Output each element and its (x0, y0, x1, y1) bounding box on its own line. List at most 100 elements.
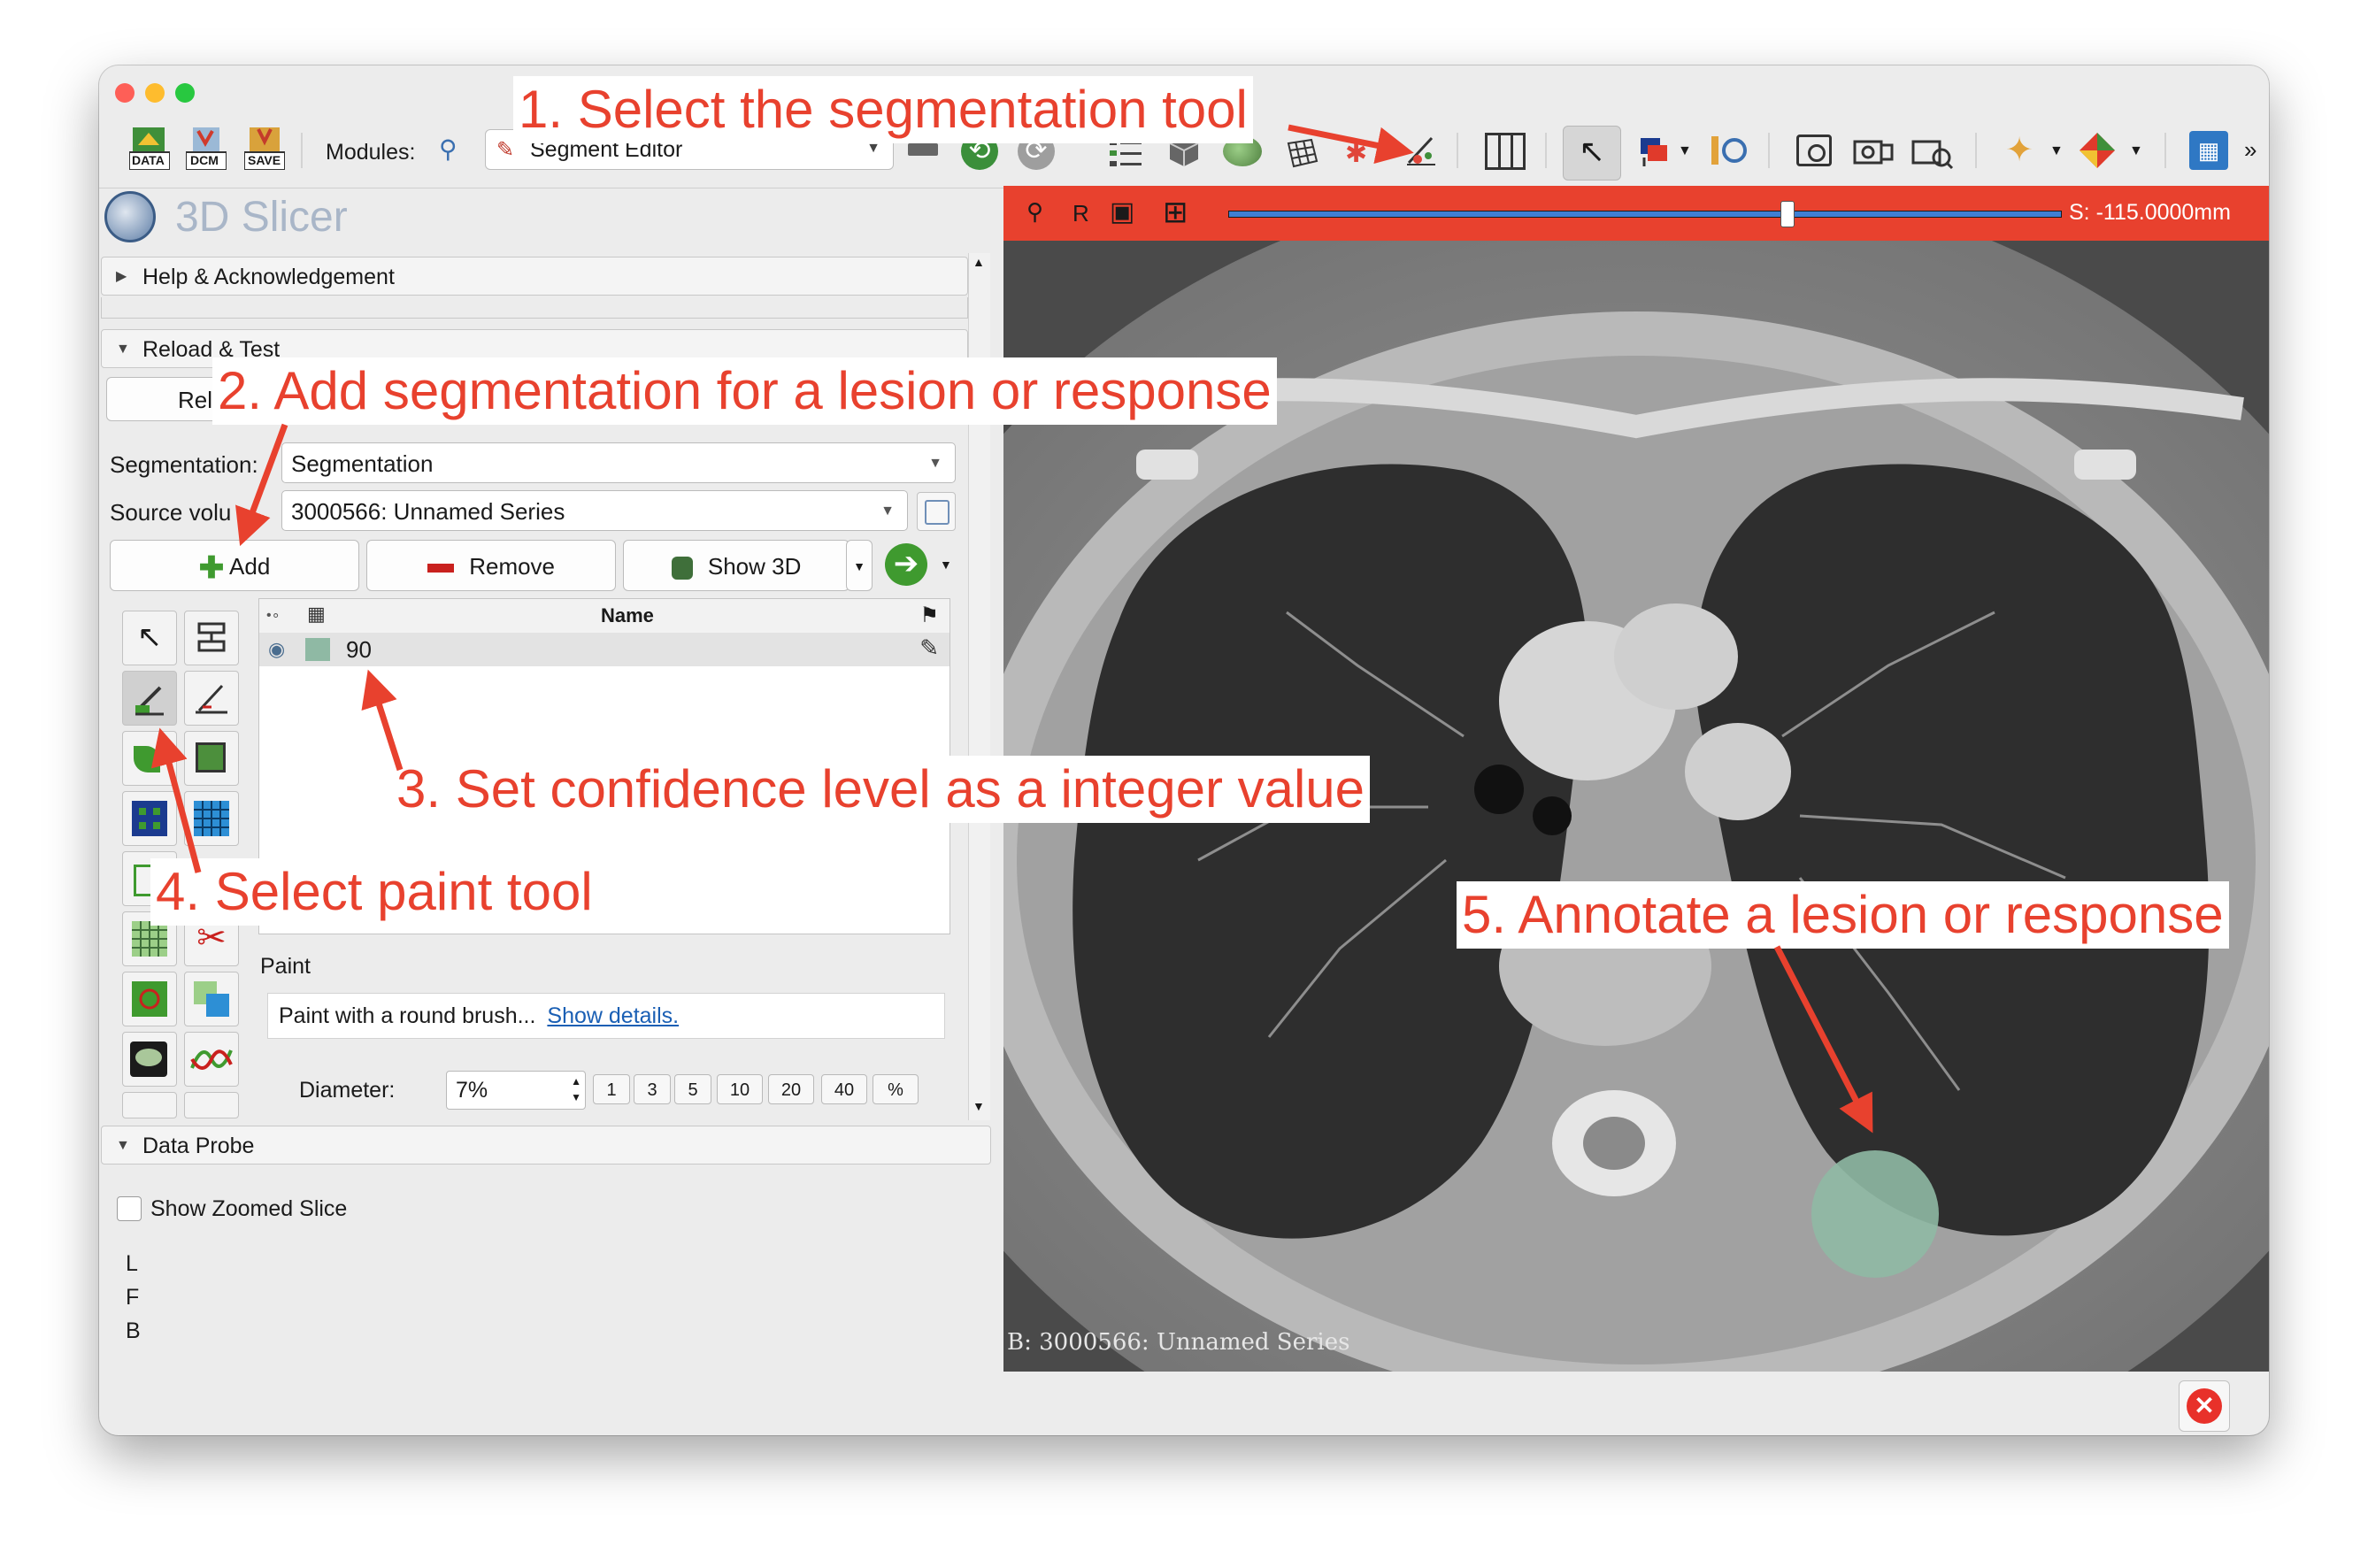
extension-icon[interactable]: ▦ (2189, 131, 2228, 170)
more-icon[interactable]: » (2244, 136, 2257, 164)
effect-more-button[interactable] (184, 1092, 239, 1118)
diameter-value: 7% (456, 1078, 488, 1103)
callout-step-4: 4. Select paint tool (150, 858, 598, 926)
toolbar-separator (1768, 133, 1770, 168)
effect-paint-button[interactable] (122, 671, 177, 726)
show-details-link[interactable]: Show details. (547, 1003, 679, 1028)
segment-name[interactable]: 90 (346, 636, 372, 664)
remove-label: Remove (469, 553, 556, 580)
diameter-preset-button[interactable]: 5 (674, 1074, 711, 1104)
show-zoomed-slice-checkbox[interactable] (117, 1196, 142, 1221)
effect-threshold-button[interactable] (184, 611, 239, 665)
toolbar-separator (1975, 133, 1977, 168)
chevron-down-icon[interactable]: ▼ (1678, 143, 1692, 159)
help-section-header[interactable]: ▶ Help & Acknowledgement (101, 257, 968, 296)
table-row[interactable]: ◉ 90 ✎ (259, 633, 950, 666)
chevron-down-icon[interactable]: ▼ (940, 557, 952, 572)
eye-icon[interactable]: ◉ (268, 638, 285, 661)
callout-step-1: 1. Select the segmentation tool (513, 76, 1253, 143)
chevron-down-icon[interactable]: ▼ (2049, 143, 2064, 159)
edit-icon[interactable]: ✎ (919, 634, 939, 662)
segmentation-selector[interactable]: Segmentation ▼ (281, 442, 956, 483)
layout-icon[interactable] (1485, 133, 1526, 170)
next-arrow-icon[interactable]: ➔ (885, 543, 927, 586)
flag-icon[interactable]: ⚑ (919, 603, 939, 628)
plus-icon: ✚ (198, 551, 225, 586)
effect-fill-between-slices-button[interactable] (184, 791, 239, 846)
show-3d-button[interactable]: Show 3D (623, 540, 850, 591)
name-column-header[interactable]: Name (601, 604, 654, 627)
effect-draw-button[interactable] (184, 671, 239, 726)
data-probe-label: Data Probe (142, 1134, 255, 1158)
chevron-down-icon[interactable]: ▼ (2129, 143, 2143, 159)
diameter-preset-button[interactable]: % (873, 1074, 919, 1104)
scroll-down-icon[interactable]: ▼ (973, 1099, 985, 1113)
slice-controller-bar: ⚲ R ▣ ⊞ S: -115.0000mm (1003, 186, 2269, 241)
effect-smoothing-button[interactable] (122, 1032, 177, 1087)
pointer-icon[interactable]: ↖ (1563, 126, 1621, 181)
layer-icon[interactable] (908, 143, 938, 156)
chevron-down-icon: ▼ (880, 503, 895, 519)
slice-link-icon[interactable]: ▣ (1110, 196, 1134, 227)
orientation-label[interactable]: R (1073, 200, 1089, 227)
data-probe-section-header[interactable]: ▼ Data Probe (101, 1126, 991, 1164)
pin-icon[interactable]: ⚲ (1026, 198, 1043, 226)
window-level-icon[interactable] (1637, 135, 1672, 168)
effect-level-tracing-button[interactable] (184, 731, 239, 786)
segmentation-tool-icon[interactable] (1403, 133, 1437, 168)
effect-none-button[interactable]: ↖ (122, 611, 177, 665)
remove-segment-button[interactable]: Remove (366, 540, 616, 591)
save-icon[interactable]: SAVE (243, 126, 286, 171)
crosshair-icon[interactable]: ✦ (2002, 133, 2037, 168)
add-segment-button[interactable]: ✚ Add (110, 540, 359, 591)
source-volume-selector[interactable]: 3000566: Unnamed Series ▼ (281, 490, 908, 531)
markup-place-icon[interactable] (2078, 131, 2117, 170)
show-3d-menu-button[interactable]: ▼ (846, 540, 873, 591)
diameter-preset-button[interactable]: 20 (768, 1074, 814, 1104)
effect-more-button[interactable] (122, 1092, 177, 1118)
scene-view-icon[interactable] (1911, 133, 1954, 170)
spin-arrows-icon[interactable]: ▲ ▼ (571, 1073, 581, 1105)
color-header-icon[interactable]: ▦ (307, 603, 326, 626)
slice-offset-text: S: -115.0000mm (2069, 200, 2231, 225)
close-window-button[interactable] (115, 83, 135, 103)
slice-offset-slider[interactable] (1228, 201, 2062, 227)
visibility-header-icon[interactable]: •∘ (266, 606, 281, 624)
paint-description: Paint with a round brush... (279, 1003, 536, 1028)
diameter-spinbox[interactable]: 7% ▲ ▼ (446, 1071, 586, 1110)
effect-islands-button[interactable] (122, 972, 177, 1026)
zoom-window-button[interactable] (175, 83, 195, 103)
search-icon[interactable]: ⚲ (439, 135, 457, 164)
diameter-preset-button[interactable]: 3 (634, 1074, 671, 1104)
effect-grow-from-seeds-button[interactable] (122, 791, 177, 846)
toolbar-separator (1457, 133, 1458, 168)
effect-erase-button[interactable] (122, 731, 177, 786)
markups-icon[interactable]: ✱ (1345, 138, 1380, 168)
slider-handle[interactable] (1780, 201, 1795, 227)
effect-logical-operators-button[interactable] (184, 972, 239, 1026)
minimize-window-button[interactable] (145, 83, 165, 103)
data-icon[interactable]: DATA (128, 126, 171, 171)
effect-mask-volume-button[interactable] (184, 1032, 239, 1087)
crosshair-sync-icon[interactable] (1710, 133, 1749, 168)
diameter-label: Diameter: (299, 1078, 396, 1103)
chevron-down-icon: ▼ (928, 456, 942, 471)
capture-icon[interactable] (1853, 133, 1895, 168)
grid-icon[interactable] (1285, 136, 1320, 170)
scroll-up-icon[interactable]: ▲ (973, 255, 985, 269)
segment-editor-icon: ✎ (496, 138, 515, 162)
slicer-logo-icon (104, 191, 156, 242)
diameter-preset-button[interactable]: 10 (717, 1074, 763, 1104)
dcm-icon[interactable]: DCM (185, 126, 227, 171)
probe-line-f: F (126, 1285, 140, 1310)
layout-grid-icon[interactable]: ⊞ (1163, 195, 1188, 230)
geometry-settings-icon[interactable] (917, 492, 956, 531)
diameter-preset-button[interactable]: 1 (593, 1074, 630, 1104)
effect-name: Paint (260, 954, 311, 979)
segment-color-swatch[interactable] (305, 638, 330, 661)
screenshot-icon[interactable] (1796, 135, 1832, 166)
help-section-label: Help & Acknowledgement (142, 265, 395, 289)
close-icon[interactable]: ✕ (2179, 1380, 2230, 1432)
diameter-preset-button[interactable]: 40 (821, 1074, 867, 1104)
triangle-down-icon: ▼ (116, 1138, 130, 1153)
